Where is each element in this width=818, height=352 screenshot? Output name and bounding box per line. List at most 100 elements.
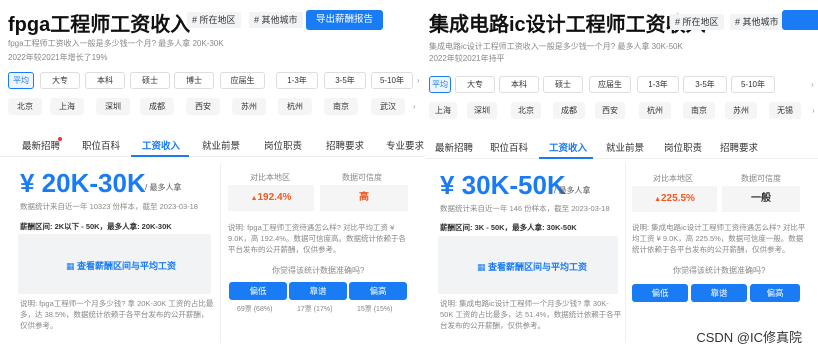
up-arrow-icon: ▲ — [250, 195, 258, 202]
scroll-arrow-icon[interactable]: › — [812, 106, 815, 115]
filter-chip[interactable]: 1-3年 — [637, 76, 679, 93]
tab-bar: 最新招聘 职位百科 工资收入 就业前景 岗位职责 招聘要求 专业要求 — [0, 131, 425, 157]
filter-chip[interactable]: 1-3年 — [276, 72, 318, 89]
new-dot — [58, 137, 62, 141]
vote-high-button[interactable]: 偏高 — [750, 284, 800, 302]
filter-chip[interactable]: 大专 — [455, 76, 495, 93]
divider — [220, 163, 221, 343]
filter-chip[interactable]: 应届生 — [220, 72, 265, 89]
divider — [625, 163, 626, 343]
tab[interactable]: 招聘要求 — [720, 140, 758, 154]
range-note: 薪酬区间: 2K以下 - 50K，最多人拿: 20K-30K — [20, 222, 172, 231]
compare-label: 对比本地区 — [653, 174, 693, 183]
active-tab-indicator — [539, 157, 593, 159]
vote-high-button[interactable]: 偏高 — [349, 282, 407, 300]
filter-chip[interactable]: 南京 — [683, 102, 715, 119]
filter-chip[interactable]: 本科 — [85, 72, 125, 89]
right-salary-panel: 集成电路ic设计工程师工资收入 # 所在地区 # 其他城市 集成电路ic设计工程… — [425, 0, 818, 352]
credibility-label: 数据可信度 — [342, 173, 382, 182]
filter-chip[interactable]: 平均 — [429, 76, 451, 93]
csdn-watermark: CSDN @IC修真院 — [696, 330, 802, 345]
summary-text: 集成电路ic设计工程师工资收入一般是多少钱一个月? 最多人拿 30K-50K — [429, 42, 683, 51]
tab[interactable]: 招聘要求 — [326, 138, 364, 152]
filter-chip[interactable]: 硕士 — [130, 72, 170, 89]
other-city-tag[interactable]: # 其他城市 — [730, 14, 784, 30]
vote-low-button[interactable]: 偏低 — [229, 282, 287, 300]
bottom-note: 说明: 集成电路ic设计工程师一个月多少钱? 拿 30K-50K 工资的占比最多… — [440, 299, 622, 330]
chart-icon: ▦ — [66, 261, 78, 271]
filter-chip[interactable]: 5-10年 — [731, 76, 775, 93]
filter-chip[interactable]: 3-5年 — [324, 72, 366, 89]
tab[interactable]: 专业要求 — [386, 138, 424, 152]
sample-note: 数据统计来自近一年 146 份样本，截至 2023-03-18 — [440, 204, 610, 213]
filter-chip[interactable]: 苏州 — [232, 98, 266, 115]
filter-chip[interactable]: 博士 — [174, 72, 214, 89]
vote-low-button[interactable]: 偏低 — [632, 284, 688, 302]
tab[interactable]: 职位百科 — [82, 138, 120, 152]
scroll-arrow-icon[interactable]: › — [413, 102, 416, 111]
credibility-value: 高 — [320, 185, 408, 211]
growth-text: 2022年较2021年增长了19% — [8, 53, 108, 62]
scroll-arrow-icon[interactable]: › — [417, 76, 420, 85]
tab[interactable]: 工资收入 — [549, 140, 587, 154]
filter-chip[interactable]: 上海 — [429, 102, 457, 119]
filter-chip[interactable]: 无锡 — [769, 102, 801, 119]
vote-low-count: 69票 (68%) — [237, 306, 273, 313]
range-note: 薪酬区间: 3K - 50K，最多人拿: 30K-50K — [440, 223, 577, 232]
vote-reliable-button[interactable]: 靠谱 — [289, 282, 347, 300]
filter-chip[interactable]: 西安 — [186, 98, 220, 115]
summary-text: fpga工程师工资收入一般是多少钱一个月? 最多人拿 20K-30K — [8, 39, 224, 48]
filter-chip[interactable]: 武汉 — [371, 98, 405, 115]
filter-chip[interactable]: 北京 — [511, 102, 541, 119]
tab[interactable]: 就业前景 — [202, 138, 240, 152]
region-tag[interactable]: # 所在地区 — [670, 14, 724, 30]
tab[interactable]: 就业前景 — [606, 140, 644, 154]
filter-chip[interactable]: 成都 — [140, 98, 174, 115]
filter-chip[interactable]: 杭州 — [278, 98, 312, 115]
compare-note: 说明: fpga工程师工资待遇怎么样? 对比平均工资 ¥ 9.0K，高 192.… — [228, 223, 406, 254]
compare-value: ▲192.4% — [228, 185, 314, 211]
other-city-tag[interactable]: # 其他城市 — [249, 12, 303, 28]
filter-chip[interactable]: 上海 — [50, 98, 84, 115]
filter-chip[interactable]: 苏州 — [725, 102, 757, 119]
page-title: fpga工程师工资收入 — [8, 14, 191, 36]
up-arrow-icon: ▲ — [654, 196, 661, 203]
tab[interactable]: 岗位职责 — [664, 140, 702, 154]
filter-chip[interactable]: 硕士 — [543, 76, 583, 93]
compare-note: 说明: 集成电路ic设计工程师工资待遇怎么样? 对比平均工资 ¥ 9.0K，高 … — [632, 223, 806, 254]
filter-chip[interactable]: 3-5年 — [683, 76, 727, 93]
tab[interactable]: 工资收入 — [142, 138, 180, 152]
filter-chip[interactable]: 平均 — [8, 72, 34, 89]
filter-chip[interactable]: 南京 — [324, 98, 358, 115]
view-range-link[interactable]: ▦ 查看薪酬区间与平均工资 — [66, 259, 176, 272]
filter-chip[interactable]: 西安 — [595, 102, 625, 119]
filter-chip[interactable]: 杭州 — [639, 102, 671, 119]
filter-chip[interactable]: 本科 — [499, 76, 539, 93]
export-report-button[interactable] — [782, 10, 818, 30]
region-tag[interactable]: # 所在地区 — [187, 12, 241, 28]
vote-high-count: 15票 (15%) — [357, 306, 393, 313]
filter-chip[interactable]: 深圳 — [467, 102, 497, 119]
bottom-note: 说明: fpga工程师一个月多少钱? 拿 20K-30K 工资的占比最多，达 3… — [20, 299, 214, 330]
filter-chip[interactable]: 成都 — [553, 102, 585, 119]
tab[interactable]: 最新招聘 — [435, 140, 473, 154]
tab[interactable]: 最新招聘 — [22, 138, 60, 152]
view-range-link[interactable]: ▦ 查看薪酬区间与平均工资 — [477, 260, 587, 273]
filter-chip[interactable]: 深圳 — [96, 98, 130, 115]
tab[interactable]: 职位百科 — [490, 140, 528, 154]
filter-chip[interactable]: 应届生 — [589, 76, 631, 93]
filter-chip[interactable]: 5-10年 — [371, 72, 413, 89]
credibility-label: 数据可信度 — [741, 174, 781, 183]
sample-note: 数据统计来自近一年 10323 份样本，截至 2023-03-18 — [20, 202, 198, 211]
vote-reliable-button[interactable]: 靠谱 — [691, 284, 747, 302]
scroll-arrow-icon[interactable]: › — [811, 80, 814, 89]
tab[interactable]: 岗位职责 — [264, 138, 302, 152]
vote-reliable-count: 17票 (17%) — [297, 306, 333, 313]
tab-bar: 最新招聘 职位百科 工资收入 就业前景 岗位职责 招聘要求 — [425, 133, 818, 159]
credibility-value: 一般 — [722, 186, 800, 212]
vote-question: 你觉得该统计数据准确吗? — [673, 266, 766, 275]
salary-value: ¥ 20K-30K — [20, 168, 146, 198]
filter-chip[interactable]: 大专 — [40, 72, 80, 89]
export-report-button[interactable]: 导出薪酬报告 — [306, 10, 384, 30]
filter-chip[interactable]: 北京 — [8, 98, 42, 115]
